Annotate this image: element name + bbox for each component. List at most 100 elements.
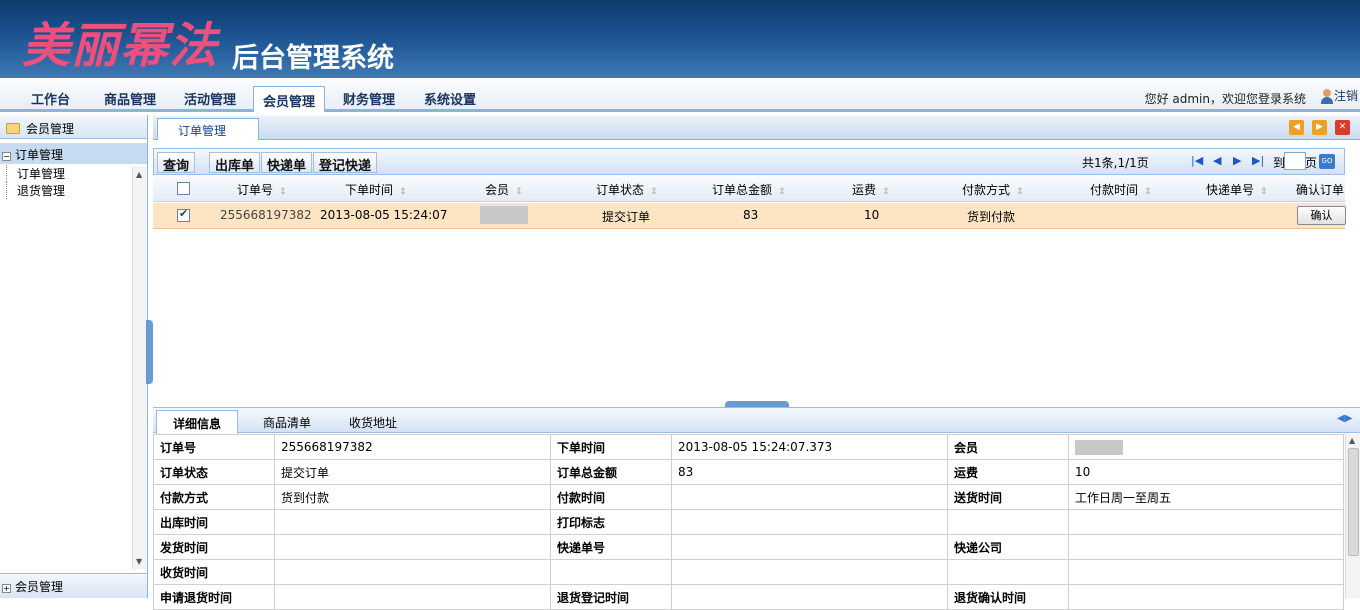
cell-pay-method: 货到付款 <box>967 210 1016 224</box>
label-member: 会员 <box>947 434 1069 460</box>
scroll-thumb[interactable] <box>1348 448 1359 556</box>
page-unit-label: 页 <box>1305 156 1318 170</box>
register-express-button[interactable]: 登记快递 <box>313 152 378 174</box>
col-pay-time[interactable]: 付款时间 ⇕ <box>1090 181 1152 198</box>
folder-icon <box>6 123 20 134</box>
tab-bar: 订单管理 ◀ ▶ ✕ <box>153 116 1360 140</box>
user-icon <box>1320 89 1334 104</box>
cell-member-redacted <box>480 206 528 224</box>
tab-detail-info[interactable]: 详细信息 <box>156 410 239 434</box>
row-checkbox[interactable] <box>177 207 190 222</box>
sort-icon: ⇕ <box>1016 187 1024 197</box>
detail-tabs: 详细信息 商品清单 收货地址 ◀▶ <box>153 407 1360 434</box>
nav-members[interactable]: 会员管理 <box>253 86 326 112</box>
cell-status: 提交订单 <box>602 210 651 224</box>
sidebar-group-orders[interactable]: − 订单管理 <box>0 143 147 164</box>
outbound-button[interactable]: 出库单 <box>209 152 261 174</box>
logout-link[interactable]: 注销 <box>1320 87 1358 104</box>
label-pay-method: 付款方式 <box>153 484 275 510</box>
next-page-icon[interactable]: ▶ <box>1233 154 1241 167</box>
page-number-input[interactable] <box>1284 152 1306 170</box>
col-status[interactable]: 订单状态 ⇕ <box>596 181 658 198</box>
express-button[interactable]: 快递单 <box>261 152 313 174</box>
label-return-register-time: 退货登记时间 <box>550 584 672 610</box>
col-order-no[interactable]: 订单号 ⇕ <box>237 181 287 198</box>
label-total: 订单总金额 <box>550 459 672 485</box>
confirm-order-button[interactable]: 确认 <box>1297 206 1346 225</box>
logout-label: 注销 <box>1334 89 1359 103</box>
col-pay-method[interactable]: 付款方式 ⇕ <box>962 181 1024 198</box>
prev-tab-icon[interactable]: ◀ <box>1289 120 1304 135</box>
sort-icon: ⇕ <box>650 187 658 197</box>
scroll-down-icon[interactable]: ▼ <box>136 557 142 566</box>
col-express-no[interactable]: 快递单号 ⇕ <box>1206 181 1268 198</box>
empty-cell <box>550 559 672 585</box>
label-ship-time: 发货时间 <box>153 534 275 560</box>
next-tab-icon[interactable]: ▶ <box>1312 120 1327 135</box>
cell-total: 83 <box>743 208 759 222</box>
label-return-apply-time: 申请退货时间 <box>153 584 275 610</box>
tab-order-management[interactable]: 订单管理 <box>157 118 259 140</box>
sort-icon: ⇕ <box>882 187 890 197</box>
label-receive-time: 收货时间 <box>153 559 275 585</box>
grid-header: 订单号 ⇕ 下单时间 ⇕ 会员 ⇕ 订单状态 ⇕ 订单总金额 ⇕ 运费 ⇕ 付款方式 ⇕ 付款… <box>153 175 1345 202</box>
sidebar-collapse-handle[interactable] <box>146 320 153 384</box>
close-icon[interactable]: ✕ <box>1335 120 1350 135</box>
sidebar-footer-group[interactable]: + 会员管理 <box>0 573 147 598</box>
empty-cell <box>1068 559 1344 585</box>
scroll-up-icon[interactable]: ▲ <box>1349 436 1355 445</box>
nav-settings[interactable]: 系统设置 <box>424 89 476 108</box>
header-banner: 美丽幂法 后台管理系统 <box>0 0 1360 78</box>
sort-icon: ⇕ <box>515 187 523 197</box>
go-button[interactable]: GO <box>1319 154 1335 169</box>
value-return-apply-time <box>274 584 551 610</box>
sidebar-group-label: 订单管理 <box>15 148 64 162</box>
cell-freight: 10 <box>864 208 880 222</box>
sidebar-scrollbar[interactable]: ▲ ▼ <box>132 167 147 569</box>
col-total[interactable]: 订单总金额 ⇕ <box>712 181 786 198</box>
tab-scroll-icon[interactable]: ◀▶ <box>1337 413 1352 424</box>
label-order-no: 订单号 <box>153 434 275 460</box>
col-confirm: 确认订单 <box>1296 183 1345 197</box>
scroll-up-icon[interactable]: ▲ <box>136 170 142 179</box>
value-express-company <box>1068 534 1344 560</box>
last-page-icon[interactable]: ▶| <box>1252 154 1264 167</box>
sort-icon: ⇕ <box>1144 187 1152 197</box>
col-freight[interactable]: 运费 ⇕ <box>852 181 890 198</box>
sort-icon: ⇕ <box>778 187 786 197</box>
label-print-flag: 打印标志 <box>550 509 672 535</box>
nav-finance[interactable]: 财务管理 <box>343 89 395 108</box>
sidebar: 会员管理 − 订单管理 订单管理 退货管理 ▲ ▼ + 会员管理 <box>0 115 148 598</box>
expand-icon[interactable]: + <box>2 584 11 593</box>
collapse-icon[interactable]: − <box>2 152 11 161</box>
first-page-icon[interactable]: |◀ <box>1191 154 1203 167</box>
select-all-checkbox[interactable] <box>177 182 190 195</box>
grid-toolbar: 查询 出库单 快递单 登记快递 共1条,1/1页 |◀ ◀ ▶ ▶| 到 页 G… <box>153 148 1345 175</box>
prev-page-icon[interactable]: ◀ <box>1213 154 1221 167</box>
sidebar-title: 会员管理 <box>26 122 75 136</box>
value-order-time: 2013-08-05 15:24:07.373 <box>671 434 948 460</box>
sidebar-header: 会员管理 <box>0 115 147 139</box>
nav-activities[interactable]: 活动管理 <box>184 89 236 108</box>
value-return-register-time <box>671 584 948 610</box>
sidebar-item-orders[interactable]: 订单管理 <box>6 165 65 182</box>
value-receive-time <box>274 559 551 585</box>
sidebar-item-returns[interactable]: 退货管理 <box>6 182 65 199</box>
tab-product-list[interactable]: 商品清单 <box>263 414 311 431</box>
value-pay-method: 货到付款 <box>274 484 551 510</box>
col-order-time[interactable]: 下单时间 ⇕ <box>345 181 407 198</box>
nav-workbench[interactable]: 工作台 <box>31 89 70 108</box>
tab-shipping-address[interactable]: 收货地址 <box>349 414 397 431</box>
table-row[interactable]: 255668197382 2013-08-05 15:24:07 提交订单 83… <box>153 203 1346 229</box>
label-express-company: 快递公司 <box>947 534 1069 560</box>
empty-cell <box>671 559 948 585</box>
sort-icon: ⇕ <box>1260 187 1268 197</box>
detail-scrollbar[interactable]: ▲ <box>1345 434 1360 598</box>
nav-products[interactable]: 商品管理 <box>104 89 156 108</box>
value-delivery-time: 工作日周一至周五 <box>1068 484 1344 510</box>
sidebar-footer-label: 会员管理 <box>15 580 64 594</box>
query-button[interactable]: 查询 <box>157 152 196 174</box>
value-ship-time <box>274 534 551 560</box>
col-member[interactable]: 会员 ⇕ <box>485 181 523 198</box>
label-pay-time: 付款时间 <box>550 484 672 510</box>
